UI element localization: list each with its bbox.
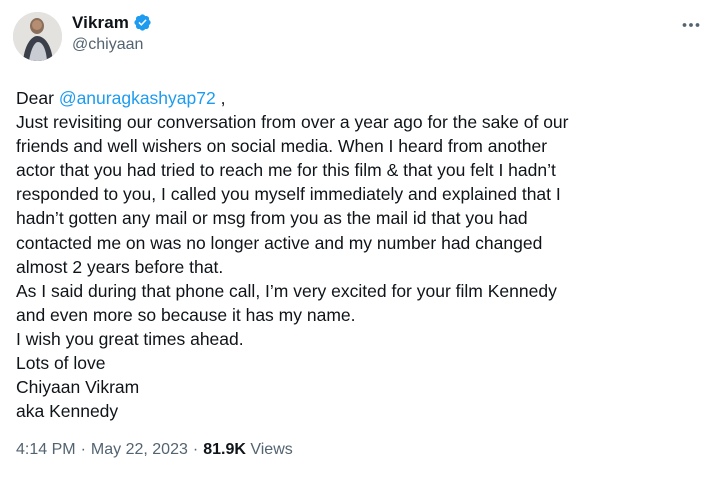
tweet-line: Lots of love	[16, 353, 106, 374]
tweet-line: As I said during that phone call, I’m ve…	[16, 280, 557, 301]
tweet-text: Dear @anuragkashyap72 , Just revisiting …	[16, 86, 706, 423]
tweet-meta: 4:14 PM · May 22, 2023 · 81.9K Views	[16, 441, 293, 459]
tweet-greeting-line: Dear @anuragkashyap72 ,	[16, 86, 706, 110]
tweet-greeting-suffix: ,	[215, 88, 226, 108]
tweet-line: actor that you had tried to reach me for…	[16, 160, 556, 181]
author-name-row: Vikram	[72, 12, 152, 33]
views-label: Views	[250, 441, 293, 458]
tweet-greeting: Dear	[16, 88, 54, 108]
author-display-name[interactable]: Vikram	[72, 13, 129, 33]
author-handle[interactable]: @chiyaan	[72, 36, 152, 54]
tweet-line: responded to you, I called you myself im…	[16, 184, 561, 205]
tweet-line: hadn’t gotten any mail or msg from you a…	[16, 208, 528, 229]
meta-separator: ·	[192, 441, 199, 458]
tweet-card: Vikram @chiyaan Dear @anuragkashyap72 , …	[0, 0, 720, 480]
more-options-button[interactable]	[680, 14, 702, 34]
tweet-line: Just revisiting our conversation from ov…	[16, 112, 569, 133]
tweet-line: Chiyaan Vikram	[16, 377, 140, 398]
tweet-time[interactable]: 4:14 PM	[16, 441, 76, 459]
tweet-line: friends and well wishers on social media…	[16, 136, 548, 157]
verified-badge-icon	[133, 13, 152, 32]
views-count[interactable]: 81.9K	[203, 441, 246, 459]
tweet-line: contacted me on was no longer active and…	[16, 232, 543, 253]
mention-link[interactable]: @anuragkashyap72	[59, 88, 216, 108]
tweet-line: aka Kennedy	[16, 401, 119, 422]
tweet-line: and even more so because it has my name.	[16, 304, 356, 325]
author-block: Vikram @chiyaan	[72, 12, 152, 54]
avatar[interactable]	[13, 12, 62, 61]
tweet-line: almost 2 years before that.	[16, 256, 224, 277]
more-options-icon	[682, 15, 700, 33]
tweet-date[interactable]: May 22, 2023	[91, 441, 188, 459]
meta-separator: ·	[80, 441, 86, 458]
tweet-line: I wish you great times ahead.	[16, 328, 244, 349]
